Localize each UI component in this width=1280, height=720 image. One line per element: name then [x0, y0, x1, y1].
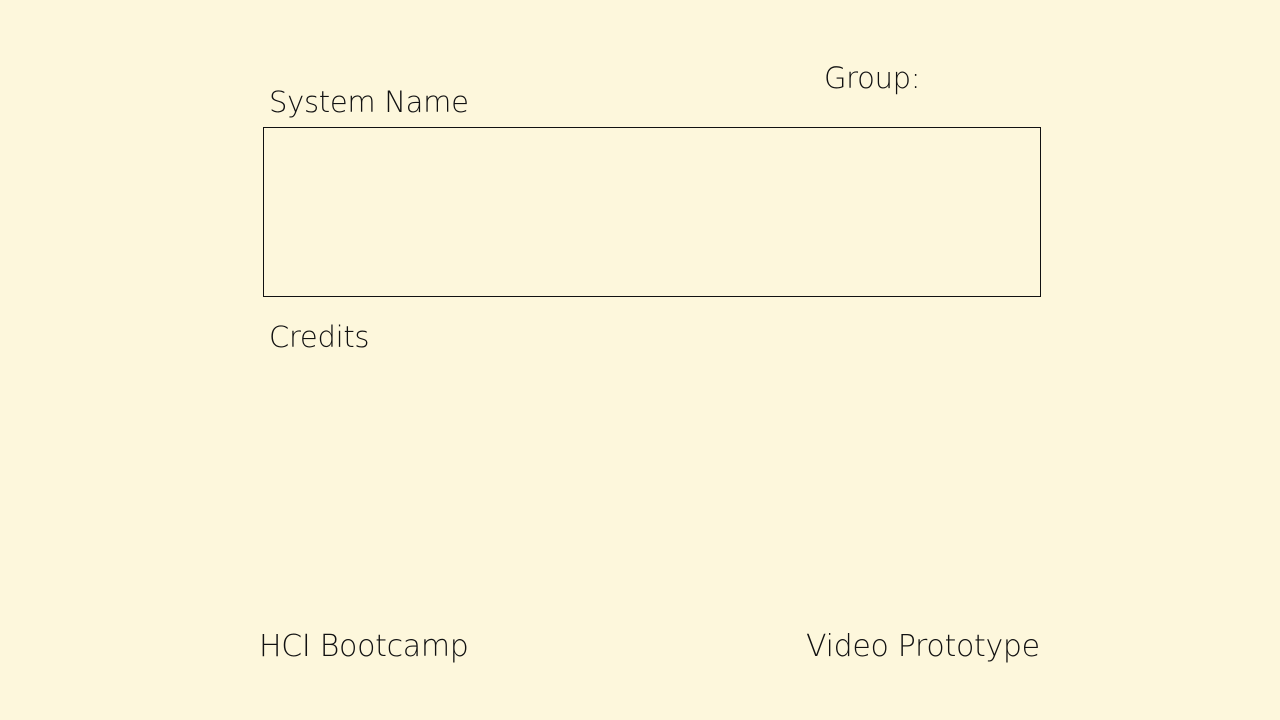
group-label: Group:	[824, 61, 921, 95]
credits-label: Credits	[269, 320, 370, 354]
system-name-label: System Name	[269, 85, 469, 119]
footer-course-title: HCI Bootcamp	[259, 629, 469, 664]
system-name-box	[263, 127, 1041, 297]
footer-slide-type: Video Prototype	[806, 629, 1040, 664]
slide-canvas: Group: System Name Credits HCI Bootcamp …	[0, 0, 1280, 720]
